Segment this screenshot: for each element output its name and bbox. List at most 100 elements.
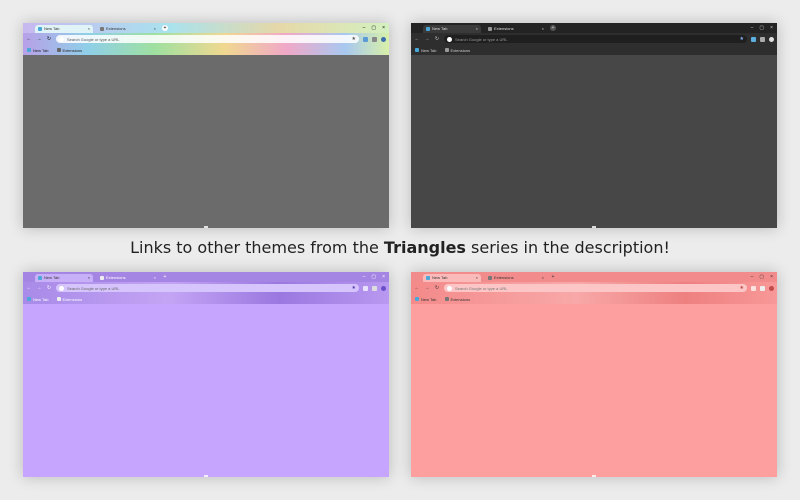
profile-avatar-icon[interactable]	[381, 285, 386, 291]
tab-new-tab[interactable]: New Tab ×	[35, 25, 93, 33]
toolbar: ← → ↻ Search Google or type a URL ★	[23, 33, 389, 45]
tab-new-tab[interactable]: New Tab ×	[423, 274, 481, 282]
bookmark-new-tab[interactable]: New Tab	[415, 297, 437, 302]
browser-chrome: New Tab × Extensions × + – ▢ × ← → ↻ Sea…	[411, 23, 777, 55]
close-icon[interactable]: ×	[382, 24, 385, 32]
resize-handle[interactable]	[204, 226, 208, 228]
bookmark-extensions[interactable]: Extensions	[56, 48, 82, 53]
puzzle-icon[interactable]	[372, 36, 377, 42]
caption-text-end: series in the description!	[465, 238, 670, 257]
forward-icon[interactable]: →	[36, 36, 42, 42]
close-tab-icon[interactable]: ×	[542, 274, 544, 282]
extension-icon[interactable]	[751, 285, 756, 291]
bookmark-new-tab[interactable]: New Tab	[27, 48, 49, 53]
profile-avatar-icon[interactable]	[769, 36, 774, 42]
bookmark-star-icon[interactable]: ★	[352, 36, 356, 42]
close-icon[interactable]: ×	[770, 273, 773, 281]
browser-chrome: New Tab × Extensions × + – ▢ × ← → ↻ Sea…	[23, 272, 389, 304]
browser-window-red: New Tab × Extensions × + – ▢ × ← → ↻ Sea…	[411, 272, 777, 477]
back-icon[interactable]: ←	[26, 285, 32, 291]
tab-new-tab[interactable]: New Tab ×	[423, 25, 481, 33]
close-tab-icon[interactable]: ×	[476, 274, 478, 282]
tab-extensions[interactable]: Extensions ×	[97, 274, 159, 282]
tab-extensions[interactable]: Extensions ×	[485, 274, 547, 282]
new-tab-button[interactable]: +	[550, 25, 556, 31]
bookmarks-bar: New Tab Extensions	[23, 45, 389, 55]
bookmark-star-icon[interactable]: ★	[352, 285, 356, 291]
maximize-icon[interactable]: ▢	[371, 273, 376, 281]
puzzle-icon	[56, 48, 61, 52]
maximize-icon[interactable]: ▢	[759, 24, 764, 32]
forward-icon[interactable]: →	[424, 36, 430, 42]
close-icon[interactable]: ×	[770, 24, 773, 32]
reload-icon[interactable]: ↻	[46, 285, 52, 291]
address-bar[interactable]: Search Google or type a URL ★	[444, 35, 747, 43]
profile-avatar-icon[interactable]	[769, 285, 774, 291]
close-tab-icon[interactable]: ×	[542, 25, 544, 33]
minimize-icon[interactable]: –	[751, 24, 754, 32]
reload-icon[interactable]: ↻	[46, 36, 52, 42]
bookmark-new-tab[interactable]: New Tab	[415, 48, 437, 53]
bookmark-extensions[interactable]: Extensions	[56, 296, 83, 302]
back-icon[interactable]: ←	[414, 36, 420, 42]
tab-label: New Tab	[44, 275, 60, 280]
tab-strip: New Tab × Extensions × + – ▢ ×	[411, 23, 777, 33]
tab-extensions[interactable]: Extensions ×	[485, 25, 547, 33]
bookmark-extensions[interactable]: Extensions	[444, 297, 470, 302]
close-tab-icon[interactable]: ×	[88, 25, 90, 33]
close-tab-icon[interactable]: ×	[154, 274, 156, 282]
bookmark-star-icon[interactable]: ★	[740, 36, 744, 42]
maximize-icon[interactable]: ▢	[759, 273, 764, 281]
bookmark-label: Extensions	[62, 296, 83, 302]
extension-icon[interactable]	[751, 36, 756, 42]
tab-new-tab[interactable]: New Tab ×	[35, 274, 93, 282]
new-tab-icon	[415, 48, 419, 52]
bookmark-star-icon[interactable]: ★	[740, 285, 744, 291]
browser-chrome: New Tab × Extensions × + – ▢ × ← → ↻ Sea…	[411, 272, 777, 304]
puzzle-icon[interactable]	[760, 36, 765, 42]
close-icon[interactable]: ×	[382, 273, 385, 281]
back-icon[interactable]: ←	[26, 36, 32, 42]
new-tab-icon	[27, 48, 31, 52]
bookmark-extensions[interactable]: Extensions	[444, 48, 470, 53]
resize-handle[interactable]	[592, 475, 596, 477]
bookmark-label: New Tab	[421, 296, 437, 302]
address-bar[interactable]: Search Google or type a URL ★	[444, 284, 747, 292]
forward-icon[interactable]: →	[424, 285, 430, 291]
extension-icon[interactable]	[363, 36, 368, 42]
window-controls: – ▢ ×	[751, 273, 773, 281]
toolbar-icons	[363, 36, 386, 42]
profile-avatar-icon[interactable]	[381, 36, 386, 42]
bookmarks-bar: New Tab Extensions	[23, 294, 389, 304]
reload-icon[interactable]: ↻	[434, 285, 440, 291]
maximize-icon[interactable]: ▢	[371, 24, 376, 32]
bookmark-new-tab[interactable]: New Tab	[27, 297, 49, 302]
resize-handle[interactable]	[592, 226, 596, 228]
puzzle-icon[interactable]	[372, 285, 377, 291]
close-tab-icon[interactable]: ×	[476, 25, 478, 33]
extension-icon[interactable]	[363, 285, 368, 291]
minimize-icon[interactable]: –	[363, 24, 366, 32]
minimize-icon[interactable]: –	[751, 273, 754, 281]
puzzle-icon	[444, 297, 449, 301]
back-icon[interactable]: ←	[414, 285, 420, 291]
series-name: Triangles	[383, 238, 466, 257]
page-content	[23, 304, 389, 477]
new-tab-button[interactable]: +	[550, 274, 556, 280]
new-tab-button[interactable]: +	[162, 274, 168, 280]
close-tab-icon[interactable]: ×	[88, 274, 90, 282]
page-content	[411, 55, 777, 228]
reload-icon[interactable]: ↻	[434, 36, 440, 42]
address-bar[interactable]: Search Google or type a URL ★	[56, 284, 359, 292]
new-tab-icon	[38, 27, 42, 31]
puzzle-icon[interactable]	[760, 285, 765, 291]
new-tab-button[interactable]: +	[162, 25, 168, 31]
address-placeholder: Search Google or type a URL	[455, 36, 508, 42]
browser-window-purple: New Tab × Extensions × + – ▢ × ← → ↻ Sea…	[23, 272, 389, 477]
address-bar[interactable]: Search Google or type a URL ★	[56, 35, 359, 43]
minimize-icon[interactable]: –	[363, 273, 366, 281]
resize-handle[interactable]	[204, 475, 208, 477]
tab-extensions[interactable]: Extensions ×	[97, 25, 159, 33]
forward-icon[interactable]: →	[36, 285, 42, 291]
close-tab-icon[interactable]: ×	[154, 25, 156, 33]
